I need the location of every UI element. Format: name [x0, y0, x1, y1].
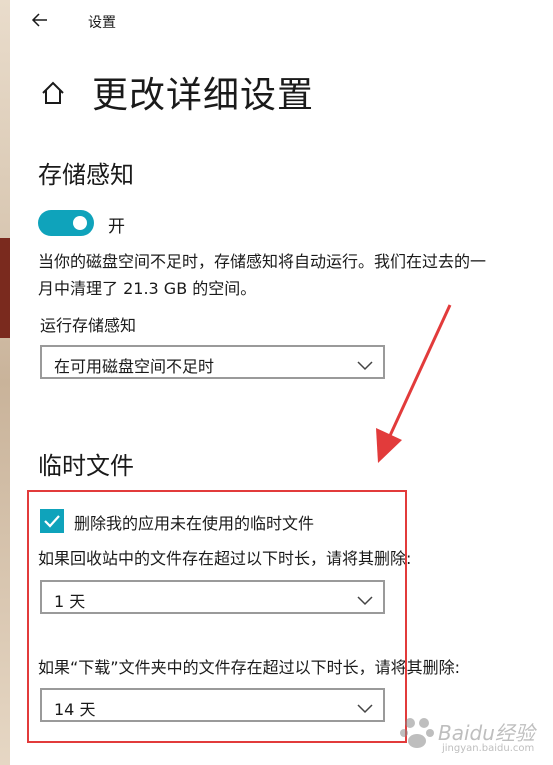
- watermark-text: Baidu经验: [438, 721, 535, 745]
- description-line-2: 月中清理了 21.3 GB 的空间。: [38, 279, 257, 298]
- run-storage-sense-dropdown[interactable]: 在可用磁盘空间不足时: [40, 345, 385, 379]
- watermark-url: jingyan.baidu.com: [442, 743, 535, 754]
- desktop-background: [0, 0, 10, 765]
- storage-sense-toggle[interactable]: [38, 210, 94, 236]
- storage-sense-description: 当你的磁盘空间不足时，存储感知将自动运行。我们在过去的一 月中清理了 21.3 …: [38, 248, 553, 302]
- temp-files-heading: 临时文件: [38, 452, 134, 480]
- toggle-knob: [73, 216, 87, 230]
- run-storage-sense-label: 运行存储感知: [40, 316, 137, 335]
- window-title: 设置: [88, 15, 116, 31]
- page-title: 更改详细设置: [92, 75, 315, 116]
- paw-icon: [400, 718, 434, 748]
- home-icon[interactable]: [40, 80, 66, 106]
- baidu-watermark: Baidu经验 jingyan.baidu.com: [398, 707, 543, 759]
- desktop-background-detail: [0, 238, 10, 338]
- annotation-highlight-box: [27, 490, 407, 743]
- back-arrow-icon[interactable]: [30, 8, 50, 32]
- settings-window: 设置 更改详细设置 存储感知 开 当你的磁盘空间不足时，存储感知将自动运行。我们…: [10, 0, 553, 765]
- red-arrow-icon: [360, 300, 460, 470]
- toggle-state-label: 开: [108, 217, 125, 237]
- storage-sense-heading: 存储感知: [38, 161, 134, 189]
- description-line-1: 当你的磁盘空间不足时，存储感知将自动运行。我们在过去的一: [38, 252, 487, 271]
- dropdown-value: 在可用磁盘空间不足时: [54, 357, 215, 376]
